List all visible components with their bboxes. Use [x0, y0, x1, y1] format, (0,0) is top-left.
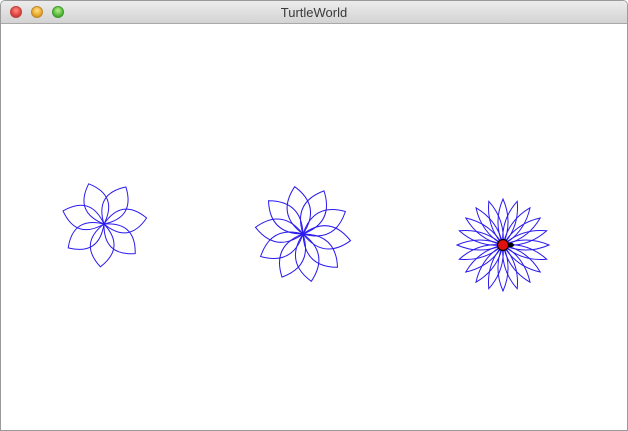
petal — [267, 200, 304, 235]
petal — [302, 225, 352, 250]
petal — [302, 233, 339, 268]
drawing-canvas — [1, 24, 627, 430]
petal — [259, 231, 304, 260]
petal — [83, 183, 110, 225]
petal — [62, 204, 105, 231]
title-bar: TurtleWorld — [1, 1, 627, 24]
turtle-icon — [496, 238, 514, 252]
petal — [103, 208, 148, 234]
petal — [294, 233, 320, 283]
petal — [286, 185, 312, 235]
window-title: TurtleWorld — [280, 5, 348, 20]
flower-10-petals — [254, 185, 352, 283]
petal — [302, 208, 347, 237]
flower-7-petals — [62, 183, 148, 268]
petal — [101, 186, 129, 225]
turtle-drawing — [62, 183, 551, 293]
turtle-body — [496, 238, 510, 252]
turtleworld-window: TurtleWorld — [0, 0, 628, 431]
petal — [254, 218, 304, 243]
petal — [103, 223, 136, 255]
